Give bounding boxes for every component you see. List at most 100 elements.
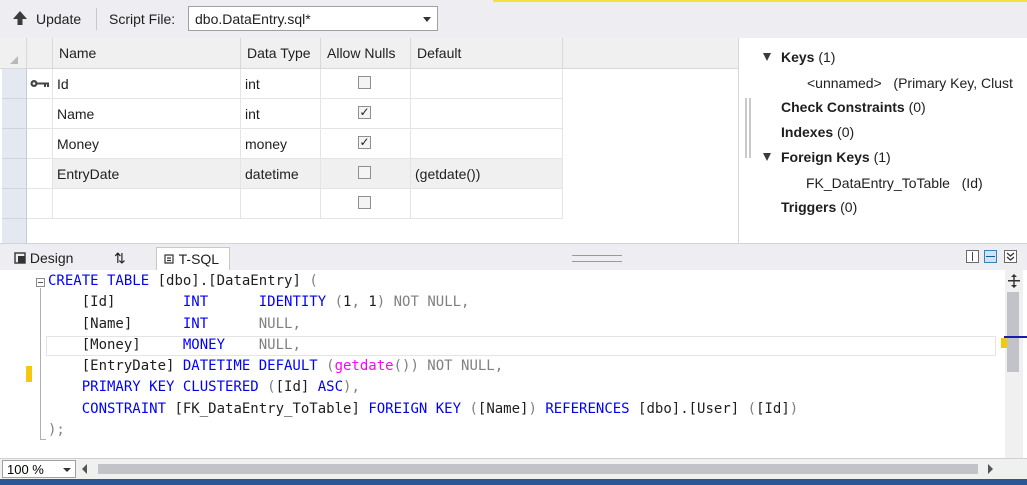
fk-item-desc: (Id) — [961, 175, 983, 191]
cell-allow-nulls[interactable] — [321, 189, 411, 219]
chevron-down-icon — [423, 17, 431, 22]
header-filler — [563, 38, 738, 69]
fk-item-name: FK_DataEntry_ToTable — [806, 175, 950, 191]
zoom-value: 100 % — [7, 462, 44, 477]
splitter-grip[interactable] — [572, 255, 622, 262]
header-allow-nulls[interactable]: Allow Nulls — [321, 38, 411, 69]
code-line: [Money] MONEY NULL, — [48, 337, 301, 353]
header-default[interactable]: Default — [411, 38, 563, 69]
cell-allow-nulls[interactable] — [321, 69, 411, 99]
header-data-type[interactable]: Data Type — [241, 38, 321, 69]
script-file-label: Script File: — [109, 11, 176, 27]
allow-nulls-checkbox[interactable]: ✓ — [358, 136, 371, 149]
vertical-split-button[interactable] — [966, 250, 979, 263]
scroll-right-icon[interactable] — [988, 464, 993, 474]
horizontal-split-button[interactable] — [984, 250, 997, 263]
row-selector[interactable] — [2, 99, 27, 129]
code-line: [Id] INT IDENTITY (1, 1) NOT NULL, — [48, 294, 470, 310]
changed-line-marker — [26, 366, 32, 382]
expand-triangle-icon[interactable] — [763, 153, 771, 161]
primary-key-item[interactable]: <unnamed> (Primary Key, Clust — [807, 75, 1013, 91]
design-icon — [14, 252, 26, 264]
collapse-pane-button[interactable] — [1004, 250, 1017, 263]
double-chevron-down-icon — [1006, 252, 1015, 261]
cell-data-type[interactable]: datetime — [241, 159, 321, 189]
code-line: [Name] INT NULL, — [48, 316, 301, 332]
allow-nulls-checkbox[interactable] — [358, 196, 371, 209]
horizontal-scrollbar[interactable] — [80, 461, 1000, 477]
cell-default[interactable]: (getdate()) — [411, 159, 563, 189]
tab-tsql-label: T-SQL — [178, 251, 220, 267]
designer-toolbar: Update Script File: dbo.DataEntry.sql* — [0, 0, 1027, 39]
outline-guide-end — [40, 439, 46, 440]
split-arrows-icon — [1008, 274, 1020, 288]
row-gutter — [27, 189, 53, 219]
foreign-keys-node[interactable]: Foreign Keys (1) — [781, 149, 891, 165]
triggers-label: Triggers — [781, 199, 837, 215]
foreign-key-item[interactable]: FK_DataEntry_ToTable (Id) — [806, 175, 983, 191]
scroll-left-icon[interactable] — [82, 464, 87, 474]
outline-collapse-icon[interactable] — [36, 278, 45, 287]
horizontal-scroll-thumb[interactable] — [98, 464, 978, 474]
cell-name[interactable]: Money — [53, 129, 241, 159]
check-count: (0) — [908, 99, 926, 115]
cell-data-type[interactable]: int — [241, 69, 321, 99]
tab-design[interactable]: Design — [8, 247, 79, 270]
row-selector[interactable] — [2, 129, 27, 159]
cell-data-type[interactable]: money — [241, 129, 321, 159]
table-properties-panel: Keys (1) <unnamed> (Primary Key, Clust C… — [739, 38, 1027, 243]
cell-default[interactable] — [411, 189, 563, 219]
grid-corner[interactable] — [0, 38, 27, 69]
cell-default[interactable] — [411, 129, 563, 159]
cell-name[interactable] — [53, 189, 241, 219]
toolbar-separator — [96, 8, 97, 30]
cell-data-type[interactable] — [241, 189, 321, 219]
cell-name[interactable]: Name — [53, 99, 241, 129]
indexes-node[interactable]: Indexes (0) — [781, 124, 854, 140]
code-line: PRIMARY KEY CLUSTERED ([Id] ASC), — [81, 379, 360, 395]
cell-allow-nulls[interactable]: ✓ — [321, 129, 411, 159]
split-handle-icon[interactable] — [1005, 274, 1023, 290]
scroll-caret-marker — [1004, 336, 1027, 338]
allow-nulls-checkbox[interactable] — [358, 76, 371, 89]
header-name[interactable]: Name — [53, 38, 241, 69]
keys-node[interactable]: Keys (1) — [781, 49, 835, 65]
row-selector[interactable] — [2, 159, 27, 189]
cell-allow-nulls[interactable] — [321, 159, 411, 189]
expand-triangle-icon[interactable] — [763, 53, 771, 61]
keys-count: (1) — [818, 49, 836, 65]
columns-grid: Name Data Type Allow Nulls Default Id in… — [0, 38, 739, 243]
cell-allow-nulls[interactable]: ✓ — [321, 99, 411, 129]
cell-default[interactable] — [411, 99, 563, 129]
vertical-scroll-thumb[interactable] — [1007, 292, 1019, 372]
update-button[interactable]: Update — [36, 11, 81, 27]
cell-name[interactable]: Id — [53, 69, 241, 99]
row-selector[interactable] — [2, 189, 27, 219]
upload-icon[interactable] — [10, 9, 30, 29]
cell-data-type[interactable]: int — [241, 99, 321, 129]
allow-nulls-checkbox[interactable] — [358, 166, 371, 179]
grid-gutter-header — [27, 38, 53, 69]
fk-label: Foreign Keys — [781, 149, 870, 165]
triggers-count: (0) — [840, 199, 858, 215]
panel-splitter-mark — [745, 98, 747, 158]
allow-nulls-checkbox[interactable]: ✓ — [358, 106, 371, 119]
check-constraints-node[interactable]: Check Constraints (0) — [781, 99, 926, 115]
row-selector-empty — [2, 219, 27, 243]
select-all-icon — [10, 56, 18, 64]
tsql-editor[interactable]: CREATE TABLE [dbo].[DataEntry] ( [Id] IN… — [0, 270, 1027, 458]
row-gutter — [27, 129, 53, 159]
zoom-dropdown[interactable]: 100 % — [2, 460, 76, 478]
outline-guide — [40, 288, 41, 440]
pane-tab-bar: Design ⇅ T-SQL — [0, 243, 1027, 271]
script-file-dropdown[interactable]: dbo.DataEntry.sql* — [188, 6, 438, 31]
row-selector[interactable] — [2, 69, 27, 99]
swap-panes-button[interactable]: ⇅ — [108, 247, 132, 270]
tab-tsql[interactable]: T-SQL — [156, 247, 230, 270]
code-line: CONSTRAINT [FK_DataEntry_ToTable] FOREIG… — [81, 401, 799, 417]
cell-name[interactable]: EntryDate — [53, 159, 241, 189]
fk-count: (1) — [873, 149, 891, 165]
triggers-node[interactable]: Triggers (0) — [781, 199, 857, 215]
primary-key-icon — [30, 80, 49, 87]
cell-default[interactable] — [411, 69, 563, 99]
